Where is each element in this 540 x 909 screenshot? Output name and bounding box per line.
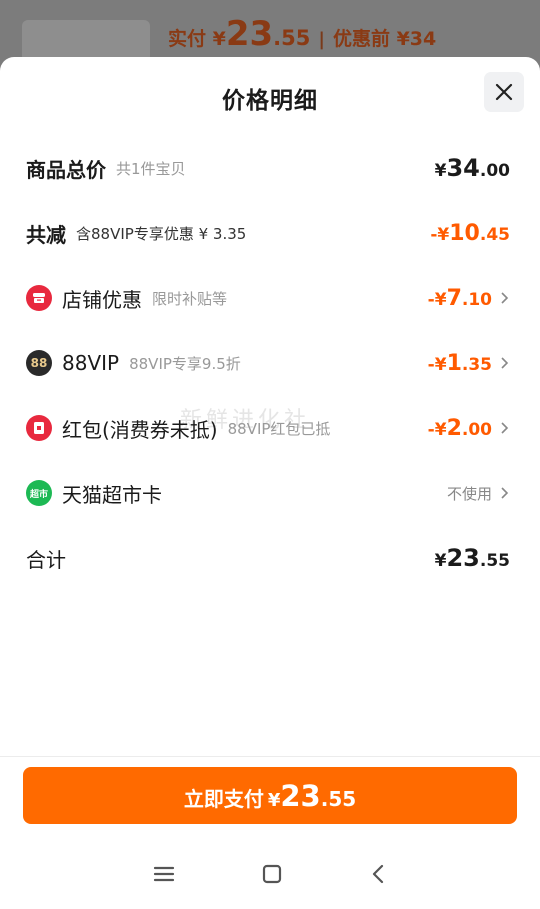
currency: ¥ <box>434 161 447 181</box>
amount-int: 34 <box>446 154 480 182</box>
pay-button-dec: .55 <box>320 787 357 811</box>
88vip-icon: 88 <box>26 350 52 376</box>
header-before-price: 优惠前 ¥34 <box>332 28 437 50</box>
row-sum: 合计 ¥ 23 .55 <box>26 538 510 578</box>
sum-label: 合计 <box>26 547 66 572</box>
store-discount-label: 店铺优惠 <box>62 287 142 312</box>
pay-button-currency: ¥ <box>267 790 281 811</box>
currency: ¥ <box>434 551 447 571</box>
header-separator: | <box>318 29 325 50</box>
store-icon <box>26 285 52 311</box>
store-discount-note: 限时补贴等 <box>152 289 228 308</box>
amount-int: 7 <box>446 285 462 311</box>
amount-dec: .35 <box>461 354 492 375</box>
red-packet-icon <box>26 415 52 441</box>
header-pay-dec: .55 <box>273 26 311 50</box>
total-discount-amount: -¥ 10 .45 <box>430 221 510 246</box>
row-total-price: 商品总价 共1件宝贝 ¥ 34 .00 <box>26 148 510 188</box>
supermarket-card-value: 不使用 <box>446 484 492 503</box>
pay-button-int: 23 <box>280 779 321 813</box>
total-discount-label: 共减 <box>26 222 66 247</box>
red-packet-note: 88VIP红包已抵 <box>227 419 331 438</box>
amount-dec: .00 <box>479 161 510 181</box>
header-pay-label: 实付 ¥ <box>168 28 226 50</box>
total-item-count: 共1件宝贝 <box>116 159 186 178</box>
amount-dec: .00 <box>461 419 492 440</box>
total-price-label: 商品总价 <box>26 157 106 182</box>
sum-amount: ¥ 23 .55 <box>435 544 510 572</box>
store-discount-amount: -¥ 7 .10 <box>428 286 492 311</box>
amount-int: 23 <box>446 544 480 572</box>
88vip-discount-amount: -¥ 1 .35 <box>428 351 492 376</box>
system-nav-bar <box>0 839 540 909</box>
close-icon <box>495 83 513 101</box>
amount-int: 10 <box>449 220 480 246</box>
currency: -¥ <box>427 289 447 310</box>
menu-icon[interactable] <box>153 864 175 884</box>
sheet-title: 价格明细 <box>222 88 318 114</box>
footer-divider <box>0 756 540 757</box>
currency: -¥ <box>427 419 447 440</box>
amount-int: 2 <box>446 415 462 441</box>
amount-int: 1 <box>446 350 462 376</box>
currency: -¥ <box>427 354 447 375</box>
row-tmall-supermarket-card[interactable]: 超市 天猫超市卡 不使用 <box>26 473 510 513</box>
red-packet-label: 红包(消费券未抵) <box>62 417 218 442</box>
chevron-right-icon <box>501 357 509 369</box>
red-packet-amount: -¥ 2 .00 <box>428 416 492 441</box>
chevron-right-icon <box>501 422 509 434</box>
supermarket-icon: 超市 <box>26 480 52 506</box>
home-icon[interactable] <box>261 863 283 885</box>
supermarket-icon-text: 超市 <box>29 489 48 500</box>
price-detail-sheet: 价格明细 商品总价 共1件宝贝 ¥ 34 .00 共减 含88VIP专享优惠 ¥… <box>0 57 540 909</box>
pay-now-button[interactable]: 立即支付 ¥ 23 .55 <box>23 767 517 824</box>
amount-dec: .55 <box>479 551 510 571</box>
amount-dec: .10 <box>461 289 492 310</box>
back-icon[interactable] <box>369 863 387 885</box>
chevron-right-icon <box>501 487 509 499</box>
88vip-icon-text: 88 <box>30 356 48 370</box>
currency: -¥ <box>430 224 450 245</box>
header-price: 实付 ¥ 23 .55 | 优惠前 ¥34 <box>168 14 436 60</box>
row-store-discount[interactable]: 店铺优惠 限时补贴等 -¥ 7 .10 <box>26 278 510 318</box>
row-total-discount: 共减 含88VIP专享优惠 ¥ 3.35 -¥ 10 .45 <box>26 213 510 253</box>
row-88vip-discount[interactable]: 88 88VIP 88VIP专享9.5折 -¥ 1 .35 <box>26 343 510 383</box>
chevron-right-icon <box>501 292 509 304</box>
row-red-packet[interactable]: 红包(消费券未抵) 88VIP红包已抵 -¥ 2 .00 <box>26 408 510 448</box>
total-price-amount: ¥ 34 .00 <box>435 154 510 182</box>
product-thumbnail <box>22 20 150 62</box>
pay-button-label: 立即支付 <box>183 787 264 811</box>
supermarket-card-label: 天猫超市卡 <box>62 482 162 507</box>
88vip-note: 88VIP专享9.5折 <box>129 354 241 373</box>
88vip-label: 88VIP <box>62 351 120 375</box>
close-button[interactable] <box>484 72 524 112</box>
total-discount-note: 含88VIP专享优惠 ¥ 3.35 <box>76 224 247 243</box>
header-pay-int: 23 <box>225 14 274 54</box>
amount-dec: .45 <box>479 224 510 245</box>
